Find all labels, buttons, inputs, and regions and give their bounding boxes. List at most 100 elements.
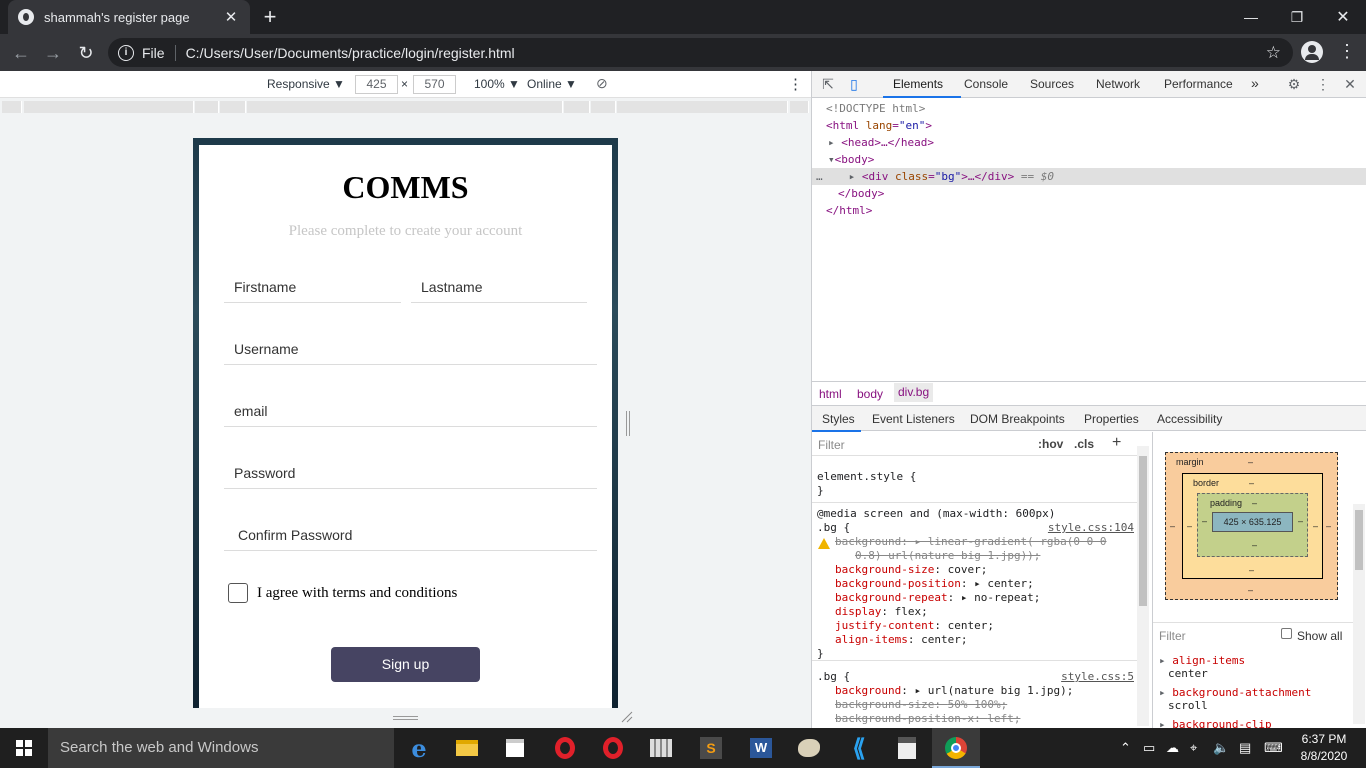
device-toggle-icon[interactable]: ▯: [846, 76, 862, 92]
lastname-field[interactable]: Lastname: [411, 279, 587, 303]
volume-icon[interactable]: 🔈: [1213, 740, 1229, 756]
confirm-password-field[interactable]: Confirm Password: [224, 527, 597, 551]
tab-console[interactable]: Console: [964, 77, 1008, 91]
crumb-body[interactable]: body: [857, 387, 883, 401]
tab-sources[interactable]: Sources: [1030, 77, 1074, 91]
crumb-div-bg[interactable]: div.bg: [894, 383, 934, 402]
store-icon[interactable]: [491, 728, 539, 768]
dom-body-close[interactable]: </body>: [812, 185, 1366, 202]
css-declaration[interactable]: background-size: 50% 100%;: [817, 698, 1142, 712]
info-icon[interactable]: i: [118, 44, 134, 61]
subtab-accessibility[interactable]: Accessibility: [1157, 412, 1222, 426]
show-all-checkbox[interactable]: [1281, 628, 1292, 639]
computed-filter-input[interactable]: Filter: [1159, 629, 1186, 643]
calculator-icon[interactable]: [883, 728, 931, 768]
username-field[interactable]: Username: [224, 341, 597, 365]
height-input[interactable]: 570: [413, 75, 456, 94]
opera-icon[interactable]: [541, 728, 589, 768]
windows-start-icon[interactable]: [16, 740, 32, 756]
chrome-icon[interactable]: [932, 728, 980, 768]
keyboard-icon[interactable]: ⌨: [1264, 740, 1283, 756]
settings-gear-icon[interactable]: ⚙: [1286, 76, 1302, 92]
dom-div-bg[interactable]: … ▸ <div class="bg">…</div> == $0: [812, 168, 1366, 185]
action-center-icon[interactable]: ▤: [1239, 740, 1251, 756]
bg-rule[interactable]: .bg {style.css:5 background: ▸ url(natur…: [817, 670, 1142, 728]
dom-doctype[interactable]: <!DOCTYPE html>: [812, 100, 1366, 117]
signup-button[interactable]: Sign up: [331, 647, 480, 682]
device-select[interactable]: Responsive ▼: [267, 77, 345, 91]
browser-tab[interactable]: shammah's register page ✕: [8, 0, 250, 34]
reload-icon[interactable]: ↻: [75, 42, 97, 64]
inspect-element-icon[interactable]: ⇱: [820, 76, 836, 92]
width-input[interactable]: 425: [355, 75, 398, 94]
corner-resize-handle[interactable]: [621, 711, 633, 723]
css-declaration[interactable]: display: flex;: [817, 605, 1142, 619]
css-declaration[interactable]: justify-content: center;: [817, 619, 1142, 633]
computed-prop[interactable]: ▸ background-attachment scroll: [1159, 686, 1311, 712]
computed-prop[interactable]: ▸ align-items center: [1159, 654, 1245, 680]
address-bar[interactable]: i File C:/Users/User/Documents/practice/…: [108, 38, 1293, 67]
dom-html-close[interactable]: </html>: [812, 202, 1366, 219]
css-declaration[interactable]: align-items: center;: [817, 633, 1142, 647]
subtab-properties[interactable]: Properties: [1084, 412, 1139, 426]
boxmodel-scrollbar[interactable]: [1353, 504, 1365, 724]
profile-avatar-icon[interactable]: [1301, 41, 1323, 63]
css-declaration[interactable]: background-position: ▸ center;: [817, 577, 1142, 591]
new-tab-button[interactable]: +: [258, 5, 282, 29]
media-rule[interactable]: @media screen and (max-width: 600px) .bg…: [817, 507, 1142, 661]
source-link-5[interactable]: style.css:5: [1061, 670, 1134, 684]
subtab-styles[interactable]: Styles: [822, 412, 855, 426]
tab-performance[interactable]: Performance: [1164, 77, 1233, 91]
minimize-icon[interactable]: —: [1228, 0, 1274, 34]
taskbar-search-input[interactable]: Search the web and Windows: [48, 728, 394, 768]
css-declaration[interactable]: background: ▸ url(nature big 1.jpg);: [817, 684, 1142, 698]
box-model-margin[interactable]: margin – – – – border – – – – padding – …: [1165, 452, 1338, 600]
opera-alt-icon[interactable]: [589, 728, 637, 768]
network-icon[interactable]: ⌖: [1190, 740, 1197, 756]
css-declaration[interactable]: background-repeat: ▸ no-repeat;: [817, 591, 1142, 605]
show-all-label[interactable]: Show all: [1297, 629, 1342, 643]
devtools-menu-icon[interactable]: ⋮: [1315, 76, 1331, 92]
edge-icon[interactable]: e: [395, 728, 443, 768]
vscode-icon[interactable]: ⟪: [835, 728, 883, 768]
devtools-close-icon[interactable]: ✕: [1342, 76, 1358, 92]
css-declaration[interactable]: background: ▸ linear-gradient( rgba(0 0 …: [817, 535, 1142, 549]
restore-icon[interactable]: ❐: [1274, 0, 1320, 34]
styles-scrollbar[interactable]: [1137, 446, 1149, 726]
hov-toggle[interactable]: :hov: [1038, 437, 1063, 451]
more-tabs-icon[interactable]: »: [1251, 75, 1259, 91]
firstname-field[interactable]: Firstname: [224, 279, 401, 303]
tray-chevron-icon[interactable]: ⌃: [1120, 740, 1131, 756]
onedrive-icon[interactable]: ☁: [1166, 740, 1179, 756]
window-close-icon[interactable]: ✕: [1320, 0, 1366, 34]
forward-arrow-icon[interactable]: →: [42, 42, 64, 64]
dom-html[interactable]: <html lang="en">: [812, 117, 1366, 134]
bookmark-star-icon[interactable]: ☆: [1266, 43, 1281, 63]
media-query-bar[interactable]: [0, 99, 811, 115]
url-text[interactable]: C:/Users/User/Documents/practice/login/r…: [186, 45, 515, 61]
file-explorer-icon[interactable]: [443, 728, 491, 768]
tab-close-icon[interactable]: ✕: [222, 8, 240, 26]
element-style-rule[interactable]: element.style { }: [817, 470, 1142, 498]
tab-network[interactable]: Network: [1096, 77, 1140, 91]
dom-body[interactable]: ▾<body>: [812, 151, 1366, 168]
password-field[interactable]: Password: [224, 465, 597, 489]
photos-icon[interactable]: [637, 728, 685, 768]
email-field[interactable]: email: [224, 403, 597, 427]
network-select[interactable]: Online ▼: [527, 77, 577, 91]
box-model-content[interactable]: 425 × 635.125: [1212, 512, 1293, 532]
box-model-border[interactable]: border – – – – padding – – – – 425 × 635…: [1182, 473, 1323, 579]
subtab-event-listeners[interactable]: Event Listeners: [872, 412, 955, 426]
tab-elements[interactable]: Elements: [893, 77, 943, 91]
new-rule-button[interactable]: +: [1112, 434, 1121, 452]
width-resize-handle[interactable]: [626, 411, 630, 436]
cls-toggle[interactable]: .cls: [1074, 437, 1094, 451]
paint-icon[interactable]: [785, 728, 833, 768]
battery-icon[interactable]: ▭: [1143, 740, 1155, 756]
zoom-select[interactable]: 100% ▼: [474, 77, 520, 91]
word-icon[interactable]: W: [737, 728, 785, 768]
terms-label[interactable]: I agree with terms and conditions: [257, 585, 457, 602]
subtab-dom-breakpoints[interactable]: DOM Breakpoints: [970, 412, 1065, 426]
taskbar-clock[interactable]: 6:37 PM 8/8/2020: [1294, 731, 1354, 765]
rotate-icon[interactable]: ⊘: [596, 75, 608, 92]
